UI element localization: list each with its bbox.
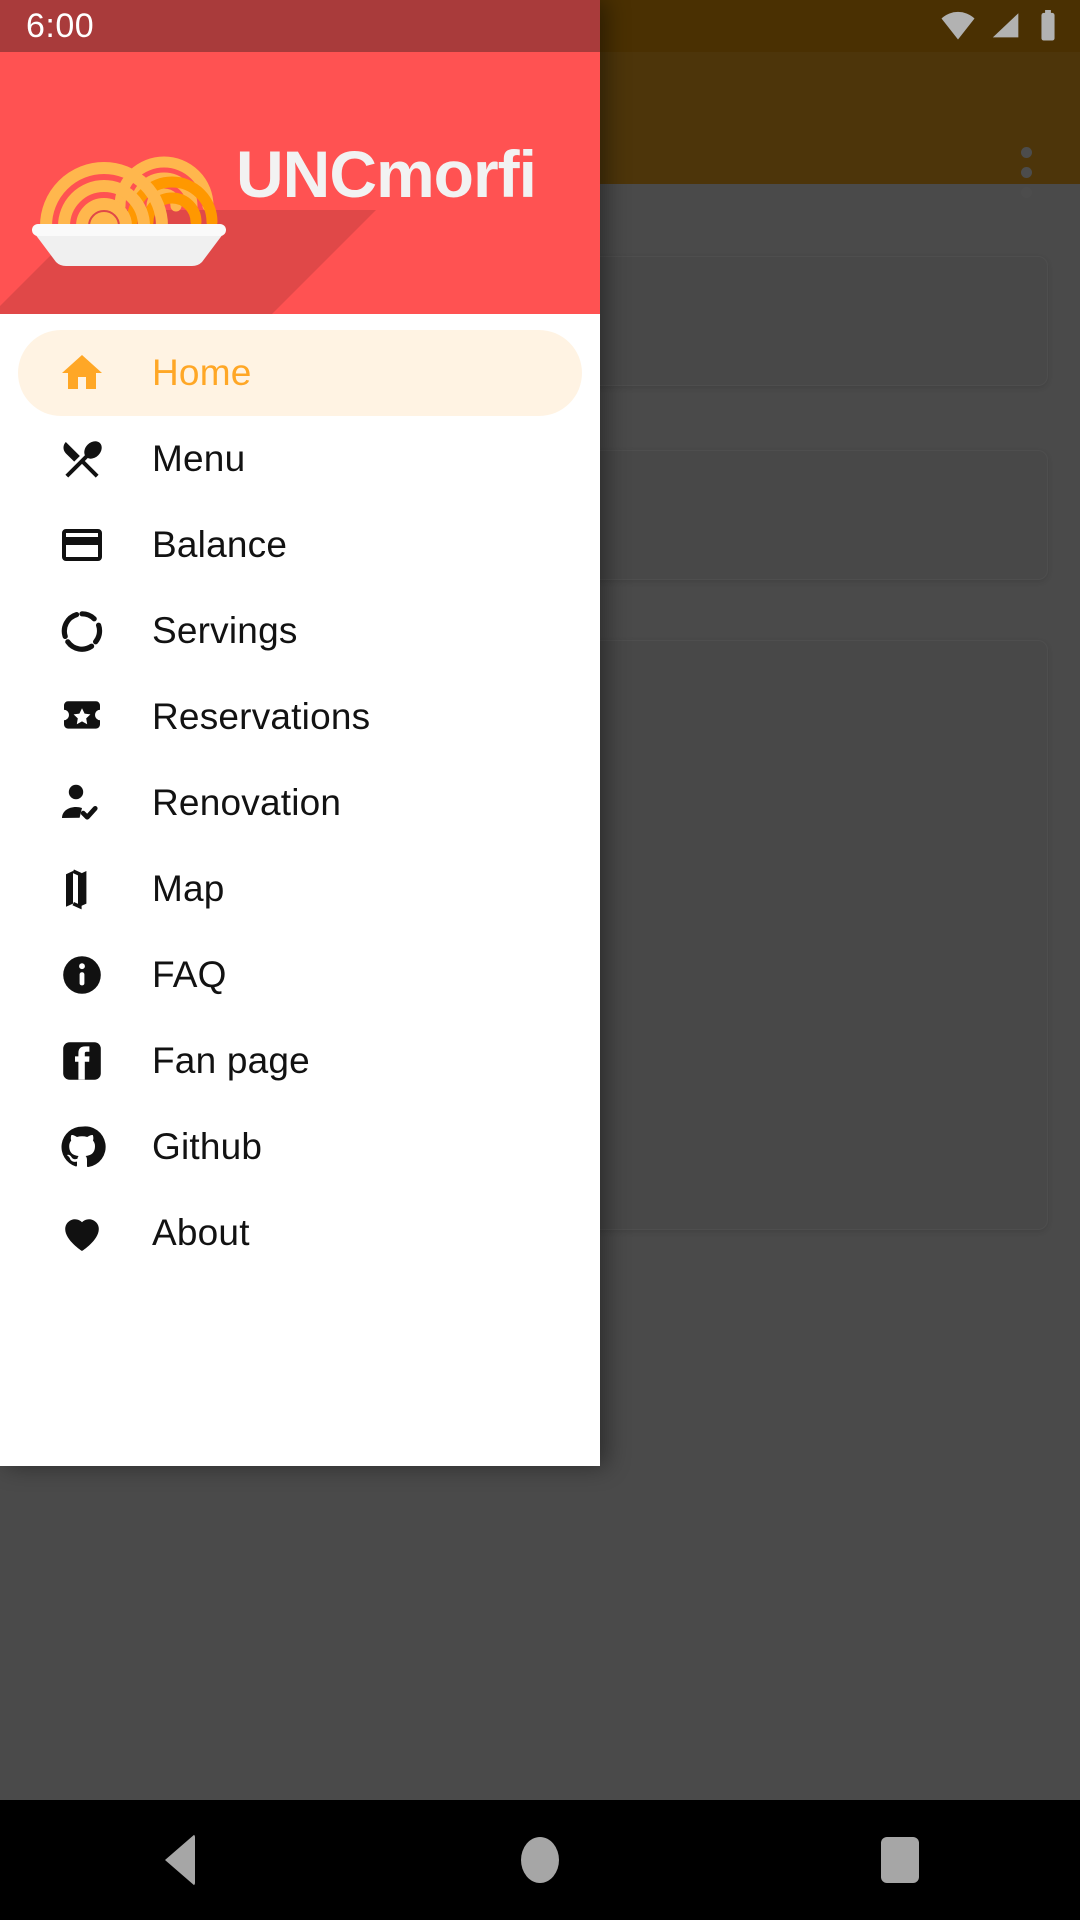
sidebar-item-label: Github — [152, 1126, 263, 1167]
recents-button[interactable] — [840, 1800, 960, 1920]
info-icon — [56, 949, 108, 1001]
sidebar-item-label: About — [152, 1212, 250, 1253]
navigation-drawer: 6:00 UNCmorfi Home Menu Balance Servings… — [0, 0, 600, 1466]
sidebar-item-map[interactable]: Map — [18, 846, 582, 932]
sidebar-item-label: Balance — [152, 524, 288, 565]
spaghetti-plate-logo — [24, 90, 234, 270]
back-triangle-icon — [165, 1834, 195, 1886]
sidebar-item-menu[interactable]: Menu — [18, 416, 582, 502]
page-title: UNCmorfi — [236, 137, 537, 211]
facebook-icon — [56, 1035, 108, 1087]
drawer-header: UNCmorfi — [0, 52, 600, 314]
github-icon — [56, 1121, 108, 1173]
back-button[interactable] — [120, 1800, 240, 1920]
home-circle-icon — [521, 1837, 559, 1883]
sidebar-item-label: FAQ — [152, 954, 227, 995]
home-icon — [56, 347, 108, 399]
sidebar-item-renovation[interactable]: Renovation — [18, 760, 582, 846]
sidebar-item-servings[interactable]: Servings — [18, 588, 582, 674]
donut-large-icon — [56, 605, 108, 657]
sidebar-item-label: Reservations — [152, 696, 371, 737]
sidebar-item-balance[interactable]: Balance — [18, 502, 582, 588]
recents-square-icon — [881, 1837, 919, 1883]
heart-icon — [56, 1207, 108, 1259]
drawer-nav-list: Home Menu Balance Servings Reservations … — [0, 314, 600, 1466]
credit-card-icon — [56, 519, 108, 571]
system-navigation-bar — [0, 1800, 1080, 1920]
sidebar-item-label: Map — [152, 868, 225, 909]
sidebar-item-label: Home — [152, 352, 252, 393]
sidebar-item-faq[interactable]: FAQ — [18, 932, 582, 1018]
status-bar: 6:00 — [0, 0, 600, 52]
fork-spoon-icon — [56, 433, 108, 485]
sidebar-item-about[interactable]: About — [18, 1190, 582, 1276]
status-bar-clock: 6:00 — [26, 6, 95, 45]
sidebar-item-label: Servings — [152, 610, 298, 651]
sidebar-item-label: Renovation — [152, 782, 342, 823]
sidebar-item-github[interactable]: Github — [18, 1104, 582, 1190]
sidebar-item-label: Menu — [152, 438, 246, 479]
sidebar-item-fan-page[interactable]: Fan page — [18, 1018, 582, 1104]
sidebar-item-reservations[interactable]: Reservations — [18, 674, 582, 760]
map-icon — [56, 863, 108, 915]
ticket-star-icon — [56, 691, 108, 743]
home-button[interactable] — [480, 1800, 600, 1920]
person-check-icon — [56, 777, 108, 829]
sidebar-item-label: Fan page — [152, 1040, 310, 1081]
sidebar-item-home[interactable]: Home — [18, 330, 582, 416]
